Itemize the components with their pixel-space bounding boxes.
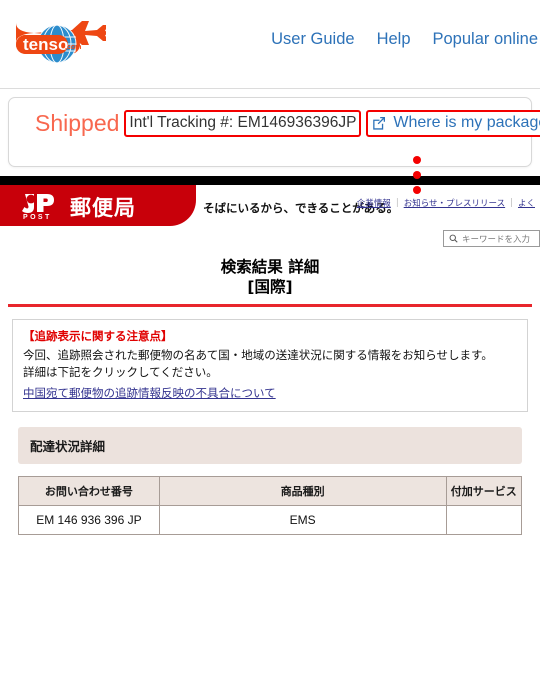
pointer-dot	[413, 186, 421, 194]
cell-tracking-number: EM 146 936 396 JP	[18, 505, 160, 536]
search-input[interactable]: キーワードを入力	[443, 230, 540, 247]
cell-product-type: EMS	[158, 505, 447, 536]
japan-post-search-row: キーワードを入力	[0, 226, 540, 254]
japan-post-utility-links: 企業情報 | お知らせ・プレスリリース | よく	[352, 197, 540, 209]
title-underline-rule	[8, 303, 532, 307]
tenso-globe-airplane-logo: tenso .com	[16, 21, 112, 64]
search-icon	[449, 230, 458, 248]
svg-text:POST: POST	[23, 214, 52, 220]
status-badge: Shipped	[35, 110, 120, 136]
page-title-block: 検索結果 詳細 [国際]	[0, 254, 540, 298]
where-is-my-package-label: Where is my package	[393, 114, 540, 131]
japan-post-brand-kanji: 郵便局	[70, 196, 136, 220]
tenso-logo[interactable]: tenso .com	[14, 16, 112, 72]
jp-post-logo-icon[interactable]: POST	[20, 192, 64, 221]
table-header-row: お問い合わせ番号 商品種別 付加サービス	[18, 476, 523, 507]
delivery-status-section: 配達状況詳細 お問い合わせ番号 商品種別 付加サービス EM 146 936 3…	[18, 427, 523, 536]
japan-post-page: POST 郵便局 そばにいるから、できることがある。 企業情報 | お知らせ・プ…	[0, 185, 540, 686]
japan-post-header: POST 郵便局 そばにいるから、できることがある。 企業情報 | お知らせ・プ…	[0, 185, 540, 226]
tenso-wordmark: tenso	[23, 35, 68, 54]
pointer-dot-trail	[413, 156, 423, 200]
cell-extra-service	[445, 505, 523, 536]
tenso-com-suffix: .com	[65, 44, 81, 51]
notice-line: 今回、追跡照会された郵便物の名あて国・地域の送達状況に関する情報をお知らせします…	[23, 347, 493, 362]
table-header-tracking-number: お問い合わせ番号	[18, 476, 160, 507]
page-subtitle: [国際]	[247, 277, 293, 296]
shipment-status-row: Shipped Int'l Tracking #: EM146936396JP …	[35, 110, 540, 137]
notice-link[interactable]: 中国宛て郵便物の追跡情報反映の不具合について	[23, 385, 276, 401]
section-separator	[0, 176, 540, 185]
nav-user-guide[interactable]: User Guide	[271, 30, 354, 49]
where-is-my-package-button[interactable]: Where is my package	[366, 110, 540, 137]
tenso-header: tenso .com User Guide Help Popular onlin…	[0, 0, 540, 89]
external-link-icon	[372, 116, 386, 130]
table-header-product-type: 商品種別	[158, 476, 447, 507]
jp-link-faq[interactable]: よく	[513, 197, 540, 209]
notice-line: 詳細は下記をクリックしてください。	[23, 365, 218, 380]
pointer-dot	[413, 171, 421, 179]
jp-link-corporate[interactable]: 企業情報	[352, 197, 396, 209]
shipment-status-card: Shipped Int'l Tracking #: EM146936396JP …	[8, 97, 540, 194]
pointer-dot	[413, 156, 421, 164]
page-title: 検索結果 詳細	[220, 258, 320, 276]
table-header-extra-service: 付加サービス	[445, 476, 523, 507]
search-placeholder: キーワードを入力	[462, 234, 531, 245]
tenso-nav: User Guide Help Popular online	[271, 30, 540, 49]
tracking-number-field[interactable]: Int'l Tracking #: EM146936396JP	[124, 110, 362, 137]
nav-help[interactable]: Help	[377, 30, 411, 49]
section-title: 配達状況詳細	[18, 427, 522, 465]
delivery-details-table: お問い合わせ番号 商品種別 付加サービス EM 146 936 396 JP E…	[18, 476, 523, 536]
notice-heading: 【追跡表示に関する注意点】	[23, 328, 173, 343]
nav-popular-online[interactable]: Popular online	[433, 30, 539, 49]
table-row: EM 146 936 396 JP EMS	[18, 505, 523, 536]
tracking-notice-box: 【追跡表示に関する注意点】 今回、追跡照会された郵便物の名あて国・地域の送達状況…	[12, 318, 528, 413]
